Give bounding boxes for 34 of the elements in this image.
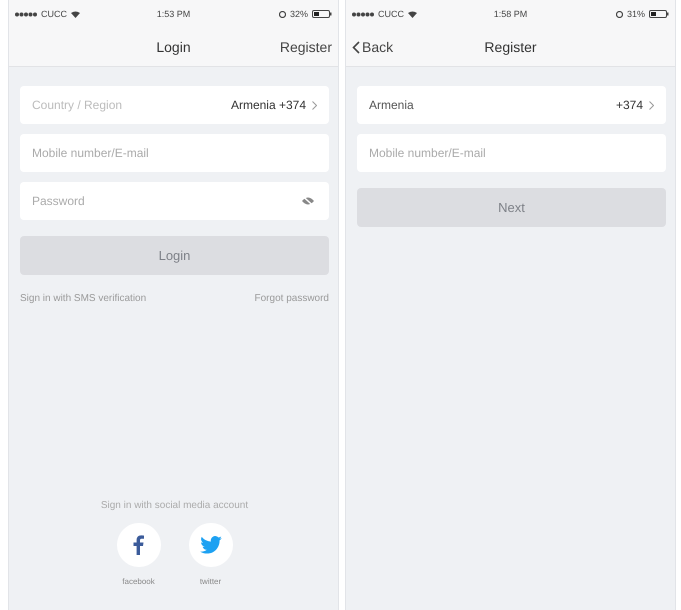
- input-field[interactable]: Mobile number/E-mail: [357, 134, 666, 172]
- selector-value: +374: [616, 98, 643, 112]
- wifi-icon: [71, 10, 80, 18]
- login-button: Login: [20, 236, 329, 275]
- chevron-right-icon: [649, 100, 654, 110]
- twitter-bird-icon: [200, 536, 222, 554]
- next-button: Next: [357, 188, 666, 227]
- nav-title: Register: [484, 39, 537, 55]
- chevron-right-icon: [312, 100, 317, 110]
- social-heading: Sign in with social media account: [100, 500, 248, 511]
- selector-label: Country / Region: [32, 98, 124, 112]
- battery-percent: 32%: [290, 9, 308, 19]
- status-time: 1:58 PM: [494, 9, 528, 19]
- carrier-name: CUCC: [41, 9, 67, 19]
- register-button[interactable]: Register: [278, 37, 334, 57]
- battery-percent: 31%: [626, 9, 645, 19]
- battery-icon: [649, 10, 669, 18]
- back-button[interactable]: Back: [350, 37, 396, 57]
- selector-value: Armenia +374: [230, 98, 306, 112]
- input-field[interactable]: Mobile number/E-mail: [20, 134, 329, 172]
- nav-title: Login: [156, 39, 191, 55]
- country-selector[interactable]: Country / Region Armenia +374: [20, 86, 329, 124]
- wifi-icon: [408, 10, 417, 18]
- carrier-name: CUCC: [378, 9, 404, 19]
- status-time: 1:53 PM: [156, 9, 190, 19]
- chevron-left-icon: [352, 40, 360, 54]
- battery-icon: [312, 10, 332, 18]
- facebook-icon: [133, 535, 144, 555]
- eye-hidden-icon[interactable]: [301, 196, 315, 206]
- selector-label: Armenia: [369, 98, 415, 112]
- signal-icon: [352, 12, 374, 16]
- signal-icon: [15, 12, 37, 16]
- password-field[interactable]: Password: [20, 182, 329, 220]
- country-selector[interactable]: Armenia +374: [357, 86, 666, 124]
